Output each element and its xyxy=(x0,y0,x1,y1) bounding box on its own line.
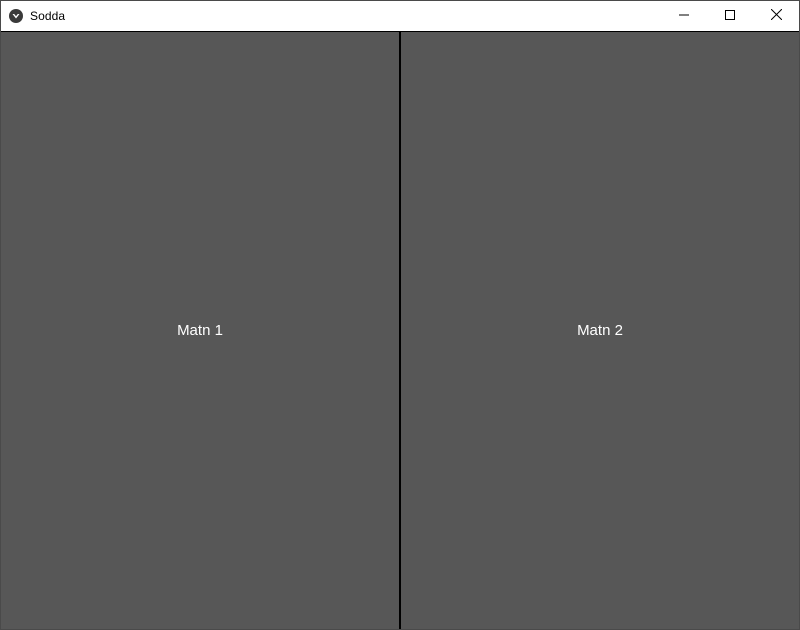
close-icon xyxy=(770,7,782,25)
text-panel-2: Matn 2 xyxy=(401,32,799,629)
app-window: Sodda Matn 1 Matn 2 xyxy=(0,0,800,630)
panel-label-1: Matn 1 xyxy=(177,322,223,339)
panel-label-2: Matn 2 xyxy=(577,322,623,339)
maximize-icon xyxy=(725,7,735,25)
text-panel-1: Matn 1 xyxy=(1,32,399,629)
minimize-icon xyxy=(679,7,689,25)
close-button[interactable] xyxy=(753,1,799,31)
title-bar[interactable]: Sodda xyxy=(1,1,799,31)
kivy-logo-icon xyxy=(8,8,24,24)
maximize-button[interactable] xyxy=(707,1,753,31)
window-content: Matn 1 Matn 2 xyxy=(1,31,799,629)
caption-buttons xyxy=(661,1,799,31)
minimize-button[interactable] xyxy=(661,1,707,31)
window-title: Sodda xyxy=(30,9,66,23)
